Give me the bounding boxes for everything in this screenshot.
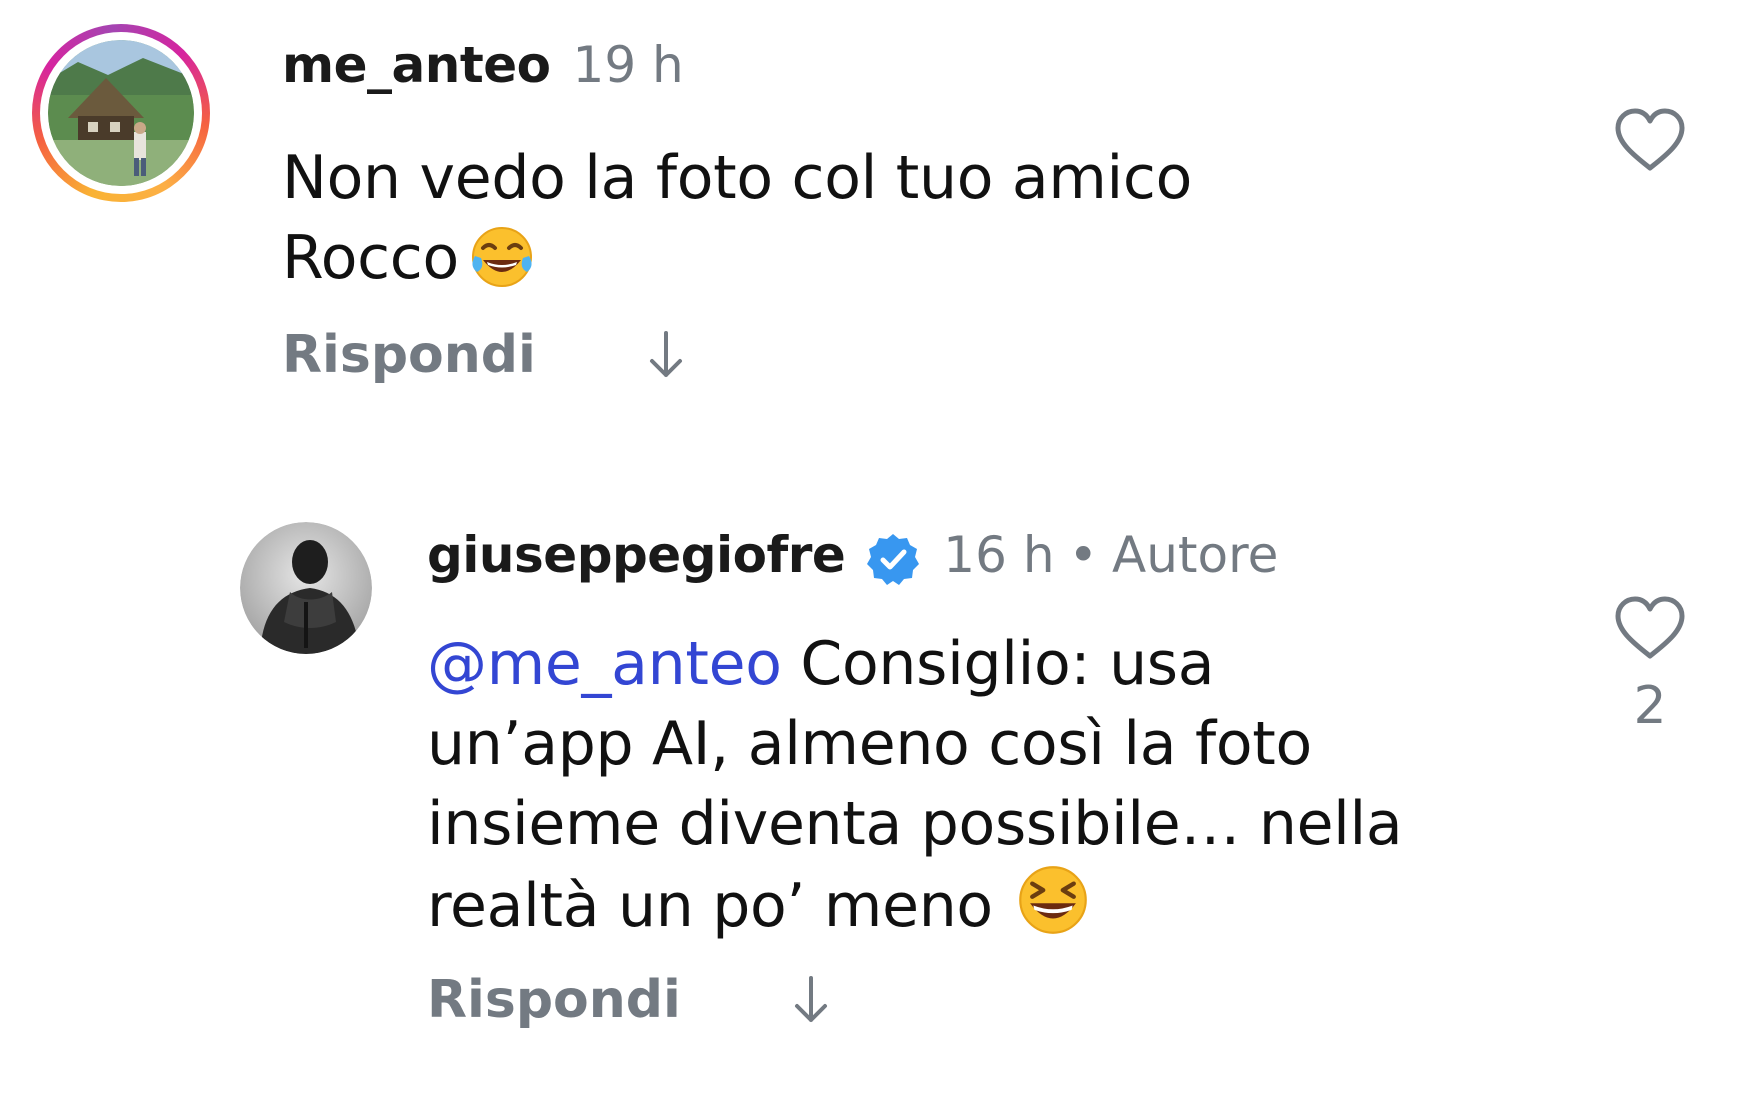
comment-text: Non vedo la foto col tuo amico Rocco [282,138,1522,298]
like-column: 2 [1605,594,1695,736]
mention-link[interactable]: @me_anteo [427,629,782,699]
like-column [1605,106,1695,174]
timestamp: 16 h [943,526,1055,584]
comment-line: realtà un po’ meno [427,871,993,941]
avatar-container[interactable] [240,522,372,654]
comment-header: giuseppegiofre 16 h • Autore [427,526,1279,585]
comment-line: un’app AI, almeno così la foto [427,709,1312,779]
reply-button[interactable]: Rispondi [427,970,681,1030]
avatar [48,40,194,186]
reply-row: Rispondi [282,325,688,385]
avatar [240,522,372,654]
arrow-down-icon[interactable] [789,972,833,1028]
author-label: Autore [1112,526,1279,584]
comment-header: me_anteo 19 h [282,36,684,94]
like-count[interactable]: 2 [1605,676,1695,736]
reply-row: Rispondi [427,970,833,1030]
comment-item: me_anteo 19 h Non vedo la foto col tuo a… [0,0,1756,420]
comment-item: giuseppegiofre 16 h • Autore @me_anteo C… [0,500,1756,1060]
username[interactable]: giuseppegiofre [427,526,846,584]
comment-text: @me_anteo Consiglio: usa un’app AI, alme… [427,624,1567,946]
reply-button[interactable]: Rispondi [282,325,536,385]
grinning-squinting-face-icon [1019,866,1087,934]
verified-badge-icon [867,534,920,585]
heart-icon[interactable] [1612,106,1688,174]
username[interactable]: me_anteo [282,36,551,94]
heart-icon[interactable] [1612,594,1688,662]
comment-line: Rocco [282,223,459,293]
timestamp: 19 h [572,36,684,94]
arrow-down-icon[interactable] [644,327,688,383]
face-with-tears-of-joy-icon [471,227,532,287]
separator-dot: • [1068,526,1099,584]
story-ring[interactable] [32,24,210,202]
comment-line: insieme diventa possibile… nella [427,789,1403,859]
comment-line: Consiglio: usa [781,629,1215,699]
comment-line: Non vedo la foto col tuo amico [282,143,1192,213]
